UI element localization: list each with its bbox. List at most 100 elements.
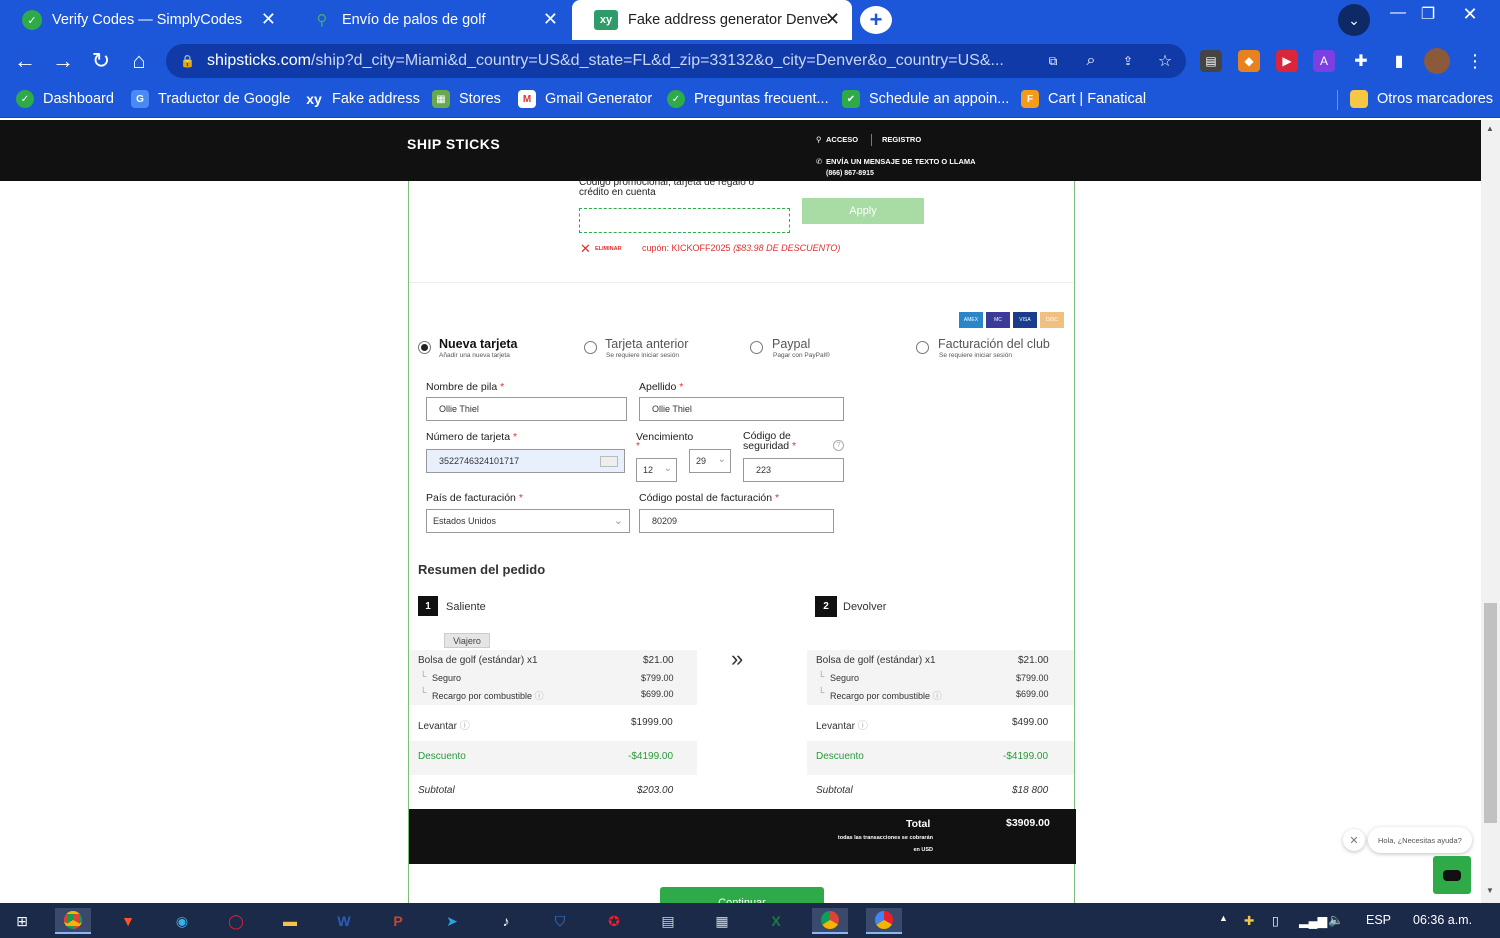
battery-icon[interactable]: ▯ [1272, 913, 1279, 928]
bookmark-fake-address[interactable]: xy Fake address [305, 90, 420, 108]
star-icon[interactable]: ☆ [1154, 50, 1176, 72]
help-icon[interactable]: ⓘ [858, 721, 868, 732]
window-close-icon[interactable]: ✕ [1450, 4, 1490, 25]
close-icon[interactable]: ✕ [825, 10, 840, 28]
windows-start-icon[interactable]: ⊞ [4, 908, 40, 934]
bookmark-stores[interactable]: ▦ Stores [432, 90, 501, 108]
close-icon[interactable]: ✕ [543, 10, 558, 28]
login-link[interactable]: ACCESO [826, 135, 858, 144]
share-icon[interactable]: ⇪ [1117, 50, 1139, 72]
tab-golf-shipping[interactable]: ⚲ Envío de palos de golf ✕ [290, 0, 570, 40]
translate-icon[interactable]: ⧉ [1042, 50, 1064, 72]
remove-x-icon[interactable]: ✕ [580, 241, 591, 257]
puzzle-icon[interactable]: ✚ [1350, 50, 1372, 72]
calculator-icon[interactable]: ▦ [704, 908, 740, 934]
close-icon[interactable]: ✕ [261, 10, 276, 28]
edge-icon[interactable]: ◉ [164, 908, 200, 934]
radio-paypal[interactable] [750, 341, 763, 354]
scroll-down-icon[interactable]: ▼ [1486, 886, 1494, 895]
radio-previous-card[interactable] [584, 341, 597, 354]
bookmark-cart-fanatical[interactable]: F Cart | Fanatical [1021, 90, 1146, 108]
chat-button[interactable] [1433, 856, 1471, 894]
new-tab-button[interactable]: + [860, 6, 892, 34]
wifi-icon[interactable]: ▂▄▆ [1299, 913, 1327, 928]
reload-icon[interactable]: ↻ [86, 48, 116, 74]
required-mark: * [775, 492, 780, 504]
help-icon[interactable]: ⓘ [460, 721, 470, 732]
word-icon[interactable]: W [326, 908, 362, 934]
chat-close-icon[interactable]: ✕ [1343, 829, 1365, 851]
remove-coupon-link[interactable]: ELIMINAR [595, 246, 622, 252]
chrome-icon[interactable] [55, 908, 91, 934]
tab-verify-codes[interactable]: ✓ Verify Codes — SimplyCodes ✕ [0, 0, 288, 40]
chevron-down-icon[interactable]: ⌄ [1338, 4, 1370, 36]
app-red-icon[interactable]: ✪ [596, 908, 632, 934]
radio-new-card[interactable] [418, 341, 431, 354]
extension-icon[interactable]: ▤ [1200, 50, 1222, 72]
extension-a-icon[interactable]: A [1313, 50, 1335, 72]
sms-link[interactable]: ENVÍA UN MENSAJE DE TEXTO O LLAMA [826, 157, 976, 166]
tray-app-icon[interactable]: ✚ [1244, 913, 1254, 928]
extension-red-icon[interactable]: ▶ [1276, 50, 1298, 72]
card-number-input[interactable]: 3522746324101717 [426, 449, 625, 473]
back-icon[interactable]: ← [10, 48, 40, 74]
opera-icon[interactable]: ◯ [218, 908, 254, 934]
expiry-year-select[interactable]: 29 ⌄ [689, 449, 731, 473]
clock[interactable]: 06:36 a.m. [1413, 913, 1472, 927]
tab-fake-address[interactable]: xy Fake address generator Denver, C ✕ [572, 0, 852, 40]
bookmark-dashboard[interactable]: ✓ Dashboard [16, 90, 114, 108]
volume-icon[interactable]: 🔈 [1328, 913, 1344, 928]
powerpoint-icon[interactable]: P [380, 908, 416, 934]
restore-icon[interactable]: ❐ [1408, 4, 1448, 24]
sidepanel-icon[interactable]: ▮ [1388, 50, 1410, 72]
help-icon[interactable]: ⓘ [933, 691, 942, 701]
metamask-icon[interactable]: ◆ [1238, 50, 1260, 72]
tray-chevron-icon[interactable]: ▲ [1219, 913, 1228, 923]
continue-button[interactable]: Continuar [660, 887, 824, 903]
apply-button[interactable]: Apply [802, 198, 924, 224]
last-name-input[interactable]: Ollie Thiel [639, 397, 844, 421]
phone-number[interactable]: (866) 867-8915 [826, 170, 874, 177]
shield-icon[interactable]: ⛉ [542, 908, 578, 934]
file-explorer-icon[interactable]: ▬ [272, 908, 308, 934]
chrome-canary-icon[interactable] [866, 908, 902, 934]
excel-icon[interactable]: X [758, 908, 794, 934]
bookmark-other[interactable]: ▰ Otros marcadores [1350, 90, 1493, 108]
cvv-input[interactable]: 223 [743, 458, 844, 482]
language-indicator[interactable]: ESP [1366, 913, 1391, 927]
notepad-icon[interactable]: ▤ [650, 908, 686, 934]
menu-dots-icon[interactable]: ⋮ [1464, 50, 1486, 72]
scroll-thumb[interactable] [1484, 603, 1497, 823]
radio-club-billing[interactable] [916, 341, 929, 354]
fuel-text: Recargo por combustible [830, 691, 931, 701]
shipsticks-logo[interactable]: SHIP STICKS [407, 136, 500, 152]
tiktok-icon[interactable]: ♪ [488, 908, 524, 934]
help-icon[interactable]: ⓘ [535, 691, 544, 701]
bookmark-google-translate[interactable]: G Traductor de Google [131, 90, 290, 108]
promo-input[interactable] [579, 208, 790, 233]
zip-input[interactable]: 80209 [639, 509, 834, 533]
chrome-profile-icon[interactable] [812, 908, 848, 934]
country-select[interactable]: Estados Unidos ⌄ [426, 509, 630, 533]
zoom-icon[interactable]: ⌕ [1080, 50, 1102, 72]
total-bar: Total todas las transacciones se cobrará… [409, 809, 1076, 864]
home-icon[interactable]: ⌂ [124, 48, 154, 74]
required-mark: * [792, 440, 797, 452]
first-name-input[interactable]: Ollie Thiel [426, 397, 627, 421]
telegram-icon[interactable]: ➤ [434, 908, 470, 934]
profile-avatar[interactable] [1424, 48, 1450, 74]
chat-bubble[interactable]: Hola, ¿Necesitas ayuda? [1368, 827, 1472, 853]
help-icon[interactable]: ? [833, 440, 844, 451]
page-scrollbar[interactable]: ▲ ▼ [1481, 120, 1500, 903]
bookmark-faq[interactable]: ✓ Preguntas frecuent... [667, 90, 829, 108]
expiry-month-select[interactable]: 12 ⌄ [636, 458, 677, 482]
brave-icon[interactable]: ▼ [110, 908, 146, 934]
bookmark-gmail-generator[interactable]: M Gmail Generator [518, 90, 652, 108]
tab-title: Envío de palos de golf [342, 12, 486, 28]
forward-icon[interactable]: → [48, 48, 78, 74]
scroll-up-icon[interactable]: ▲ [1486, 124, 1494, 133]
address-bar[interactable]: 🔒 shipsticks.com/ship?d_city=Miami&d_cou… [166, 44, 1186, 78]
register-link[interactable]: REGISTRO [882, 135, 921, 144]
required-mark: * [518, 492, 523, 504]
bookmark-schedule[interactable]: ✔ Schedule an appoin... [842, 90, 1009, 108]
